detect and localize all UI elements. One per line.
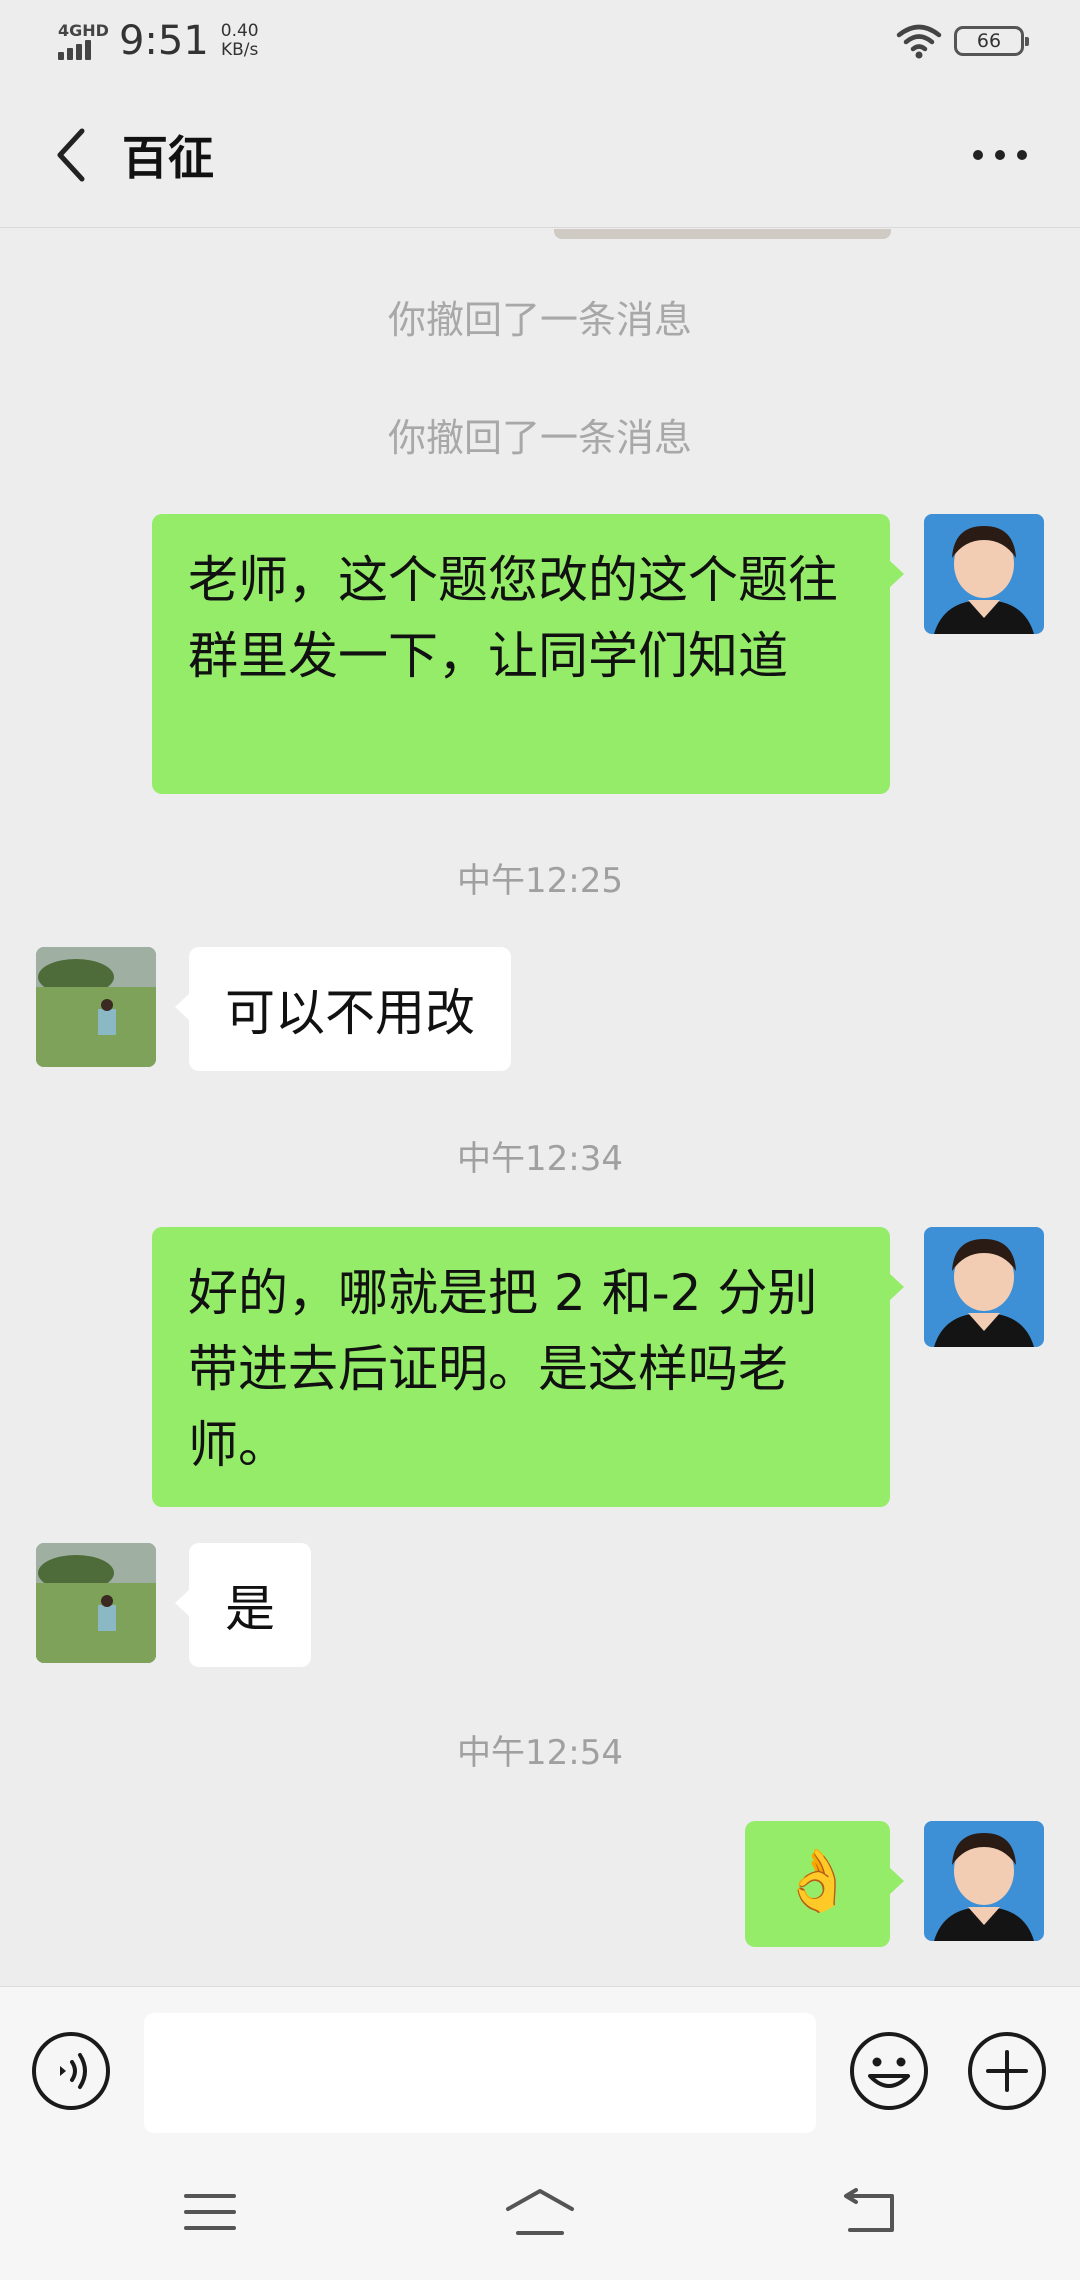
message-timestamp: 中午12:25 [457, 861, 623, 901]
avatar-self[interactable] [924, 1821, 1044, 1941]
avatar-self-image [924, 514, 1044, 634]
avatar-contact-image [36, 1543, 156, 1663]
avatar-contact[interactable] [36, 947, 156, 1067]
avatar-contact-image [36, 947, 156, 1067]
status-time: 9:51 [118, 18, 209, 64]
return-icon [844, 2188, 894, 2232]
network-indicator: 4GHD [58, 22, 109, 60]
avatar-self-image [924, 1227, 1044, 1347]
message-list[interactable]: 你撤回了一条消息 你撤回了一条消息 老师，这个题您改的这个题往群里发一下，让同学… [0, 229, 1080, 1986]
signal-icon [58, 40, 91, 60]
network-speed-unit: KB/s [220, 40, 259, 60]
recall-notice: 你撤回了一条消息 [387, 416, 692, 460]
voice-button[interactable] [30, 2030, 112, 2112]
battery-indicator: 66 [954, 26, 1029, 56]
avatar-self-image [924, 1821, 1044, 1941]
message-bubble-incoming[interactable]: 是 [175, 1543, 311, 1667]
status-bar: 4GHD 9:51 0.40 KB/s 66 [0, 0, 1080, 82]
plus-icon [968, 2032, 1046, 2110]
message-text: 老师，这个题您改的这个题往群里发一下，让同学们知道 [188, 551, 838, 685]
network-speed: 0.40 KB/s [221, 22, 259, 60]
message-bubble-outgoing[interactable]: 👌 [745, 1821, 904, 1947]
message-bubble-outgoing[interactable]: 老师，这个题您改的这个题往群里发一下，让同学们知道 [152, 514, 904, 794]
voice-icon [32, 2032, 110, 2110]
message-timestamp: 中午12:34 [457, 1139, 623, 1179]
input-bar [0, 1986, 1080, 2146]
avatar-self[interactable] [924, 514, 1044, 634]
avatar-self[interactable] [924, 1227, 1044, 1347]
plus-button[interactable] [966, 2030, 1048, 2112]
message-text: 是 [225, 1580, 275, 1638]
more-dots-icon [973, 149, 1027, 160]
ok-hand-emoji: 👌 [780, 1846, 855, 1916]
message-timestamp: 中午12:54 [457, 1733, 623, 1773]
chevron-left-icon [57, 128, 85, 181]
battery-level: 66 [976, 30, 1002, 52]
emoji-face-icon [850, 2032, 928, 2110]
return-button[interactable] [832, 2182, 908, 2242]
message-bubble-incoming[interactable]: 可以不用改 [175, 947, 511, 1071]
network-type: 4GHD [58, 21, 109, 40]
more-button[interactable] [960, 115, 1040, 195]
back-button[interactable] [22, 105, 122, 205]
chat-screen: 4GHD 9:51 0.40 KB/s 66 百征 你撤回了一条消息 你撤回了一… [0, 0, 1080, 2280]
network-speed-value: 0.40 [220, 21, 259, 41]
menu-button[interactable] [172, 2182, 248, 2242]
title-bar: 百征 [0, 82, 1080, 228]
home-icon [506, 2189, 574, 2235]
message-input[interactable] [144, 2013, 816, 2133]
system-nav-bar [0, 2146, 1080, 2280]
message-text: 好的，哪就是把 2 和-2 分别带进去后证明。是这样吗老师。 [188, 1264, 818, 1474]
chat-title: 百征 [122, 130, 214, 185]
message-text: 可以不用改 [225, 984, 475, 1042]
recall-notice: 你撤回了一条消息 [387, 298, 692, 342]
avatar-contact[interactable] [36, 1543, 156, 1663]
home-button[interactable] [502, 2182, 578, 2242]
message-bubble-outgoing[interactable]: 好的，哪就是把 2 和-2 分别带进去后证明。是这样吗老师。 [152, 1227, 904, 1507]
image-message-partial[interactable] [554, 229, 891, 239]
status-right: 66 [896, 23, 1029, 59]
emoji-button[interactable] [848, 2030, 930, 2112]
menu-icon [184, 2194, 236, 2230]
wifi-icon [896, 24, 942, 59]
